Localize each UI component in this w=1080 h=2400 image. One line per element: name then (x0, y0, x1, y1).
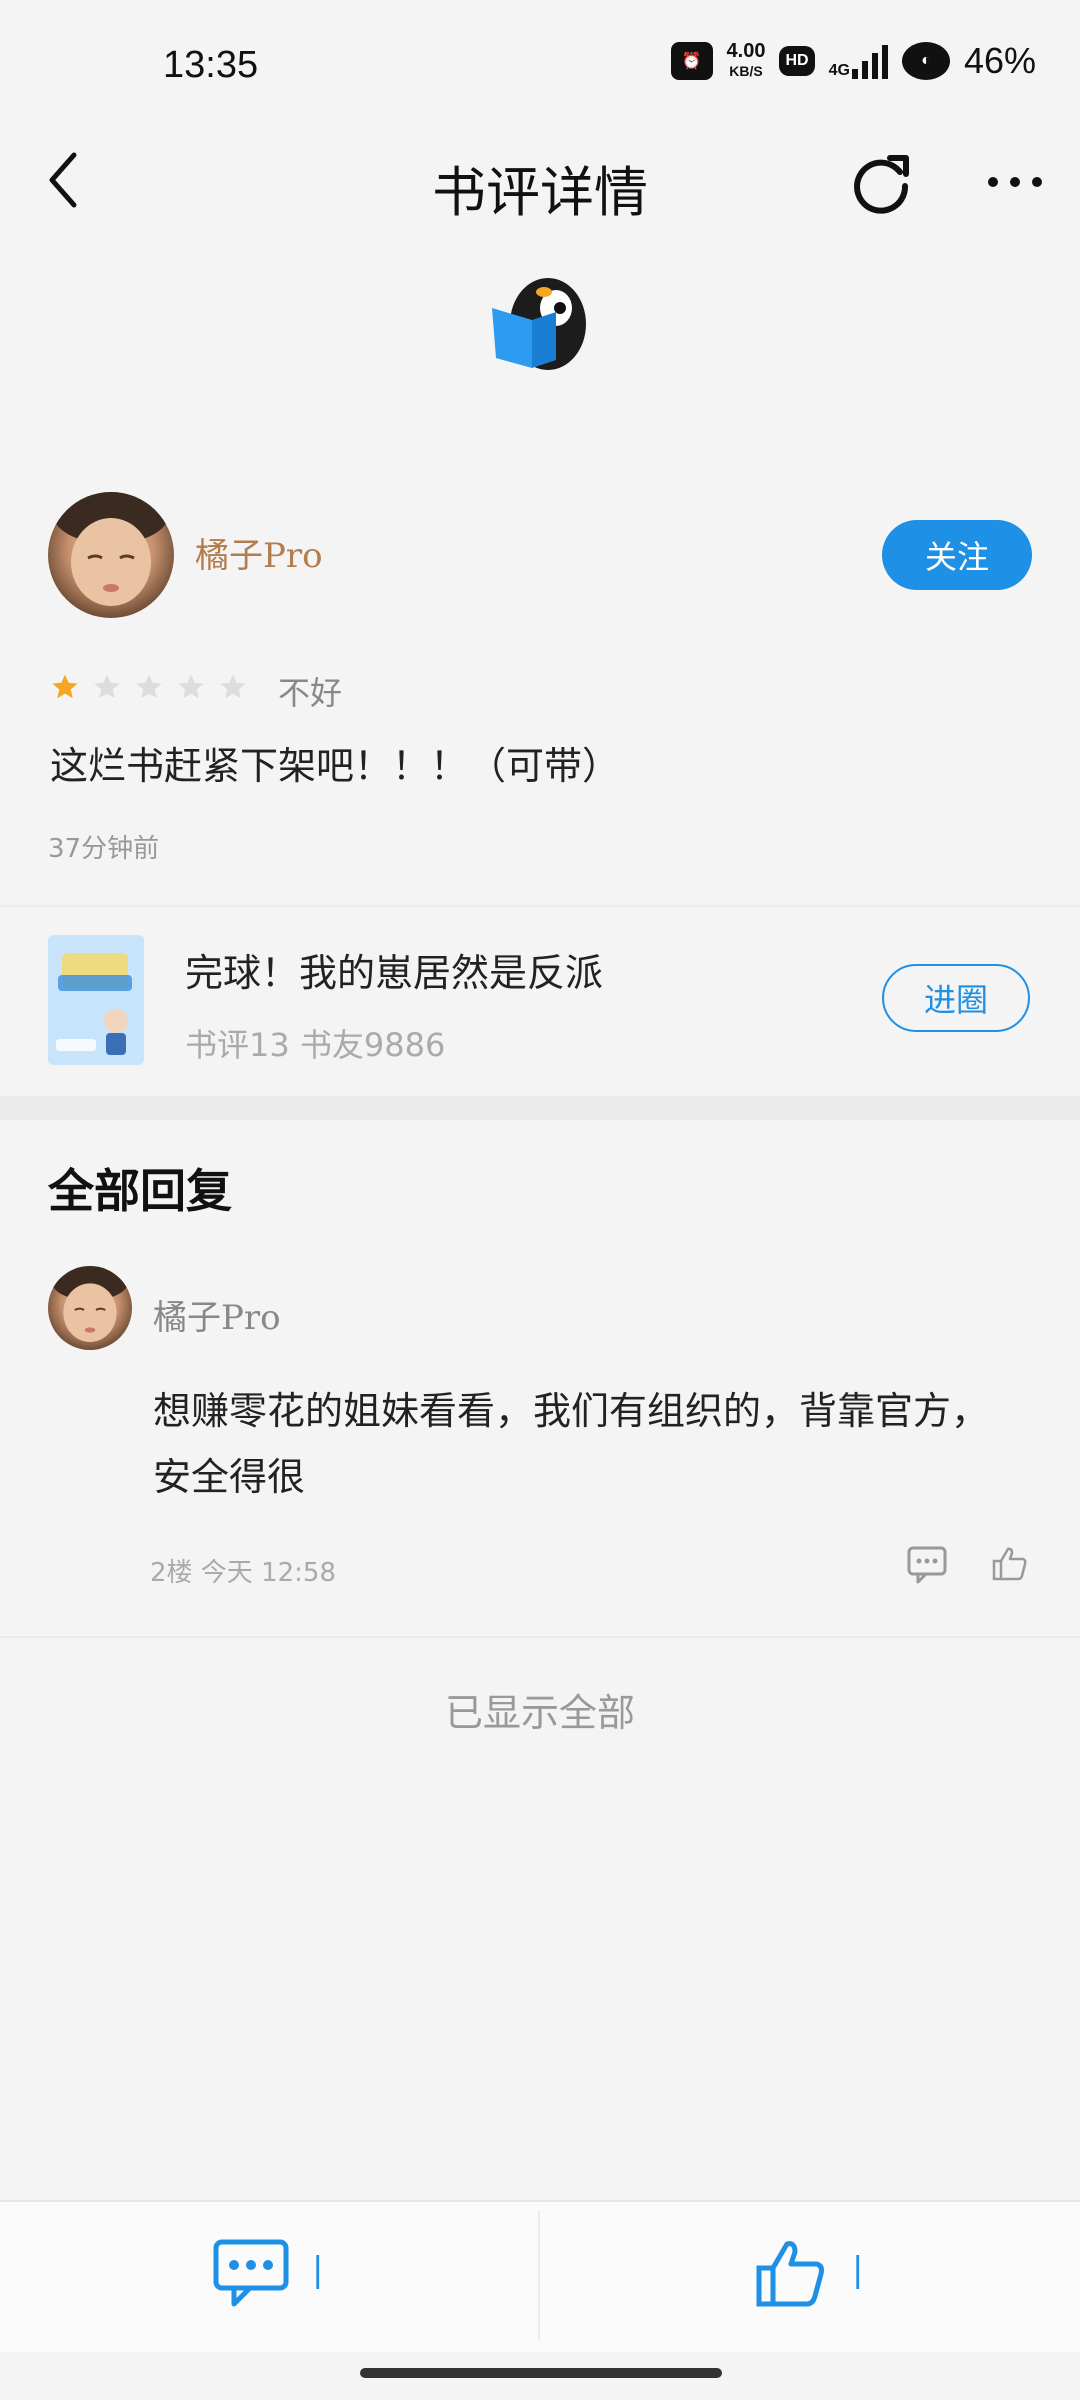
replies-section-title: 全部回复 (48, 1164, 232, 1218)
book-title[interactable]: 完球！我的崽居然是反派 (185, 942, 603, 997)
divider (0, 905, 1080, 907)
reply-comment-icon[interactable] (906, 1545, 948, 1585)
network-speed: 4.00 KB/S (727, 41, 766, 81)
like-icon[interactable] (755, 2238, 827, 2310)
divider (0, 1636, 1080, 1638)
comment-icon[interactable] (212, 2238, 290, 2310)
star-empty-icon (136, 674, 162, 699)
reply-text: 想赚零花的姐妹看看，我们有组织的，背靠官方，安全得很 (153, 1389, 990, 1499)
star-empty-icon (220, 674, 246, 699)
reply-like-icon[interactable] (991, 1545, 1029, 1583)
status-icons: ⏰ 4.00 KB/S HD 4G ◐ 46% (670, 40, 1036, 82)
join-circle-button[interactable]: 进圈 (882, 964, 1030, 1032)
like-count: | (852, 2250, 864, 2290)
book-stats: 书评13 书友9886 (185, 1026, 446, 1064)
follow-button[interactable]: 关注 (882, 520, 1032, 590)
network-speed-value: 4.00 (726, 40, 766, 62)
review-time: 37分钟前 (48, 834, 160, 864)
star-empty-icon (178, 674, 204, 699)
reply-meta: 2楼 今天 12:58 (150, 1558, 336, 1588)
alarm-icon: ⏰ (670, 42, 713, 80)
app-notification-icon: ◐ (901, 42, 950, 80)
rating-label: 不好 (278, 674, 343, 712)
star-filled-icon (52, 674, 78, 699)
show-all-text: 已显示全部 (444, 1691, 635, 1735)
page-title: 书评详情 (432, 161, 648, 224)
review-text: 这烂书赶紧下架吧！！！（可带） (50, 744, 621, 788)
reply-author-name[interactable]: 橘子Pro (153, 1290, 281, 1339)
network-speed-unit: KB/S (729, 63, 763, 79)
bottom-bar-divider (538, 2210, 540, 2340)
star-empty-icon (94, 674, 120, 699)
hd-badge: HD (779, 46, 815, 76)
section-divider (0, 1096, 1080, 1120)
network-type: 4G (828, 62, 850, 79)
home-indicator[interactable] (360, 2368, 722, 2378)
cell-signal-icon: 4G (829, 43, 888, 79)
penguin-mascot-icon (486, 268, 592, 380)
reply-avatar[interactable] (48, 1266, 132, 1350)
book-cover-image[interactable] (48, 935, 144, 1065)
rating-stars (50, 672, 248, 702)
comment-count: | (312, 2250, 324, 2290)
battery-level: 46% (963, 40, 1036, 81)
status-time: 13:35 (163, 44, 259, 86)
bottom-action-bar (0, 2200, 1080, 2352)
refresh-icon[interactable] (848, 150, 914, 216)
more-horizontal-icon[interactable] (985, 170, 1045, 194)
review-author-name[interactable]: 橘子Pro (195, 528, 323, 577)
avatar[interactable] (48, 492, 174, 618)
